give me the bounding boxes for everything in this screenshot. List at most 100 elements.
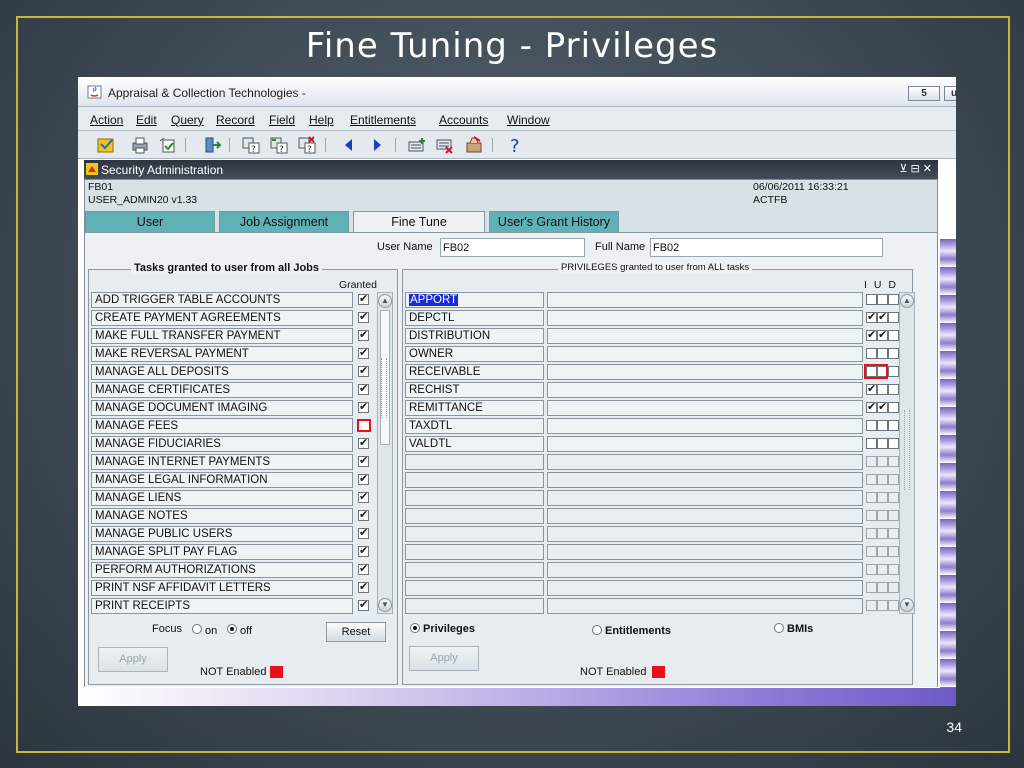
query-enter-icon[interactable]: ? bbox=[241, 135, 261, 155]
task-row[interactable]: MANAGE DOCUMENT IMAGING bbox=[91, 400, 353, 416]
privilege-u-checkbox[interactable] bbox=[877, 294, 888, 305]
tab-job-assignment[interactable]: Job Assignment bbox=[219, 211, 349, 232]
task-granted-checkbox[interactable] bbox=[358, 328, 369, 341]
privilege-d-checkbox[interactable] bbox=[888, 438, 899, 449]
task-granted-checkbox[interactable] bbox=[358, 400, 369, 413]
task-granted-checkbox[interactable] bbox=[358, 310, 369, 323]
privilege-name-cell[interactable] bbox=[405, 562, 544, 578]
privilege-description-cell[interactable] bbox=[547, 598, 863, 614]
privilege-u-checkbox[interactable] bbox=[877, 456, 888, 467]
privilege-d-checkbox[interactable] bbox=[888, 564, 899, 575]
privilege-description-cell[interactable] bbox=[547, 490, 863, 506]
task-granted-checkbox[interactable] bbox=[358, 490, 369, 503]
privilege-d-checkbox[interactable] bbox=[888, 384, 899, 395]
privilege-description-cell[interactable] bbox=[547, 436, 863, 452]
task-row[interactable]: MANAGE NOTES bbox=[91, 508, 353, 524]
privilege-u-checkbox[interactable] bbox=[877, 310, 888, 323]
privilege-name-cell[interactable]: TAXDTL bbox=[405, 418, 544, 434]
privilege-description-cell[interactable] bbox=[547, 544, 863, 560]
task-row[interactable]: MANAGE INTERNET PAYMENTS bbox=[91, 454, 353, 470]
privilege-description-cell[interactable] bbox=[547, 310, 863, 326]
privilege-i-checkbox[interactable] bbox=[866, 456, 877, 467]
save-icon[interactable] bbox=[96, 135, 116, 155]
privilege-name-cell[interactable]: RECHIST bbox=[405, 382, 544, 398]
privilege-u-checkbox[interactable] bbox=[877, 546, 888, 557]
menu-window[interactable]: Window bbox=[507, 113, 550, 127]
privilege-description-cell[interactable] bbox=[547, 472, 863, 488]
privilege-u-checkbox[interactable] bbox=[877, 600, 888, 611]
privilege-d-checkbox[interactable] bbox=[888, 600, 899, 611]
privilege-u-checkbox[interactable] bbox=[877, 400, 888, 413]
task-row[interactable]: PRINT NSF AFFIDAVIT LETTERS bbox=[91, 580, 353, 596]
privilege-name-cell[interactable]: APPORT bbox=[405, 292, 544, 308]
privilege-i-checkbox[interactable] bbox=[866, 438, 877, 449]
privilege-u-checkbox[interactable] bbox=[877, 348, 888, 359]
privilege-name-cell[interactable] bbox=[405, 526, 544, 542]
task-row[interactable]: CREATE PAYMENT AGREEMENTS bbox=[91, 310, 353, 326]
privilege-u-checkbox[interactable] bbox=[877, 420, 888, 431]
print-icon[interactable] bbox=[130, 135, 150, 155]
task-granted-checkbox[interactable] bbox=[358, 454, 369, 467]
task-row[interactable]: MANAGE SPLIT PAY FLAG bbox=[91, 544, 353, 560]
menu-query[interactable]: Query bbox=[171, 113, 204, 127]
task-granted-checkbox[interactable] bbox=[358, 472, 369, 485]
privilege-i-checkbox[interactable] bbox=[866, 510, 877, 521]
privilege-i-checkbox[interactable] bbox=[866, 582, 877, 593]
task-row[interactable]: PERFORM AUTHORIZATIONS bbox=[91, 562, 353, 578]
task-granted-checkbox[interactable] bbox=[358, 580, 369, 593]
privilege-description-cell[interactable] bbox=[547, 400, 863, 416]
privilege-i-checkbox[interactable] bbox=[866, 382, 877, 395]
entitlements-radio[interactable] bbox=[592, 625, 602, 635]
privilege-u-checkbox[interactable] bbox=[877, 328, 888, 341]
privilege-name-cell[interactable] bbox=[405, 580, 544, 596]
privilege-description-cell[interactable] bbox=[547, 418, 863, 434]
query-cancel-icon[interactable]: ? bbox=[297, 135, 317, 155]
tasks-apply-button[interactable]: Apply bbox=[98, 647, 168, 672]
task-row[interactable]: MAKE FULL TRANSFER PAYMENT bbox=[91, 328, 353, 344]
task-granted-checkbox[interactable] bbox=[358, 544, 369, 557]
tab-user[interactable]: User bbox=[85, 211, 215, 232]
privilege-d-checkbox[interactable] bbox=[888, 420, 899, 431]
menu-edit[interactable]: Edit bbox=[136, 113, 157, 127]
task-granted-checkbox[interactable] bbox=[358, 346, 369, 359]
privilege-i-checkbox[interactable] bbox=[866, 492, 877, 503]
task-granted-checkbox[interactable] bbox=[358, 598, 369, 611]
privilege-i-checkbox[interactable] bbox=[866, 564, 877, 575]
full-name-field[interactable]: FB02 bbox=[650, 238, 883, 257]
privileges-apply-button[interactable]: Apply bbox=[409, 646, 479, 671]
help-icon[interactable]: ? bbox=[505, 135, 525, 155]
privilege-name-cell[interactable]: DEPCTL bbox=[405, 310, 544, 326]
maximize-button[interactable]: u bbox=[944, 86, 956, 101]
scroll-down-icon[interactable]: ▼ bbox=[900, 598, 914, 612]
task-row[interactable]: PRINT RECEIPTS bbox=[91, 598, 353, 614]
privilege-u-checkbox[interactable] bbox=[877, 510, 888, 521]
privilege-u-checkbox[interactable] bbox=[877, 384, 888, 395]
task-row[interactable]: MANAGE FIDUCIARIES bbox=[91, 436, 353, 452]
privilege-u-checkbox[interactable] bbox=[877, 474, 888, 485]
privilege-name-cell[interactable]: DISTRIBUTION bbox=[405, 328, 544, 344]
task-granted-checkbox[interactable] bbox=[358, 382, 369, 395]
scroll-up-icon[interactable]: ▲ bbox=[900, 294, 914, 308]
privilege-i-checkbox[interactable] bbox=[866, 474, 877, 485]
task-granted-checkbox[interactable] bbox=[358, 292, 369, 305]
focus-off-radio[interactable] bbox=[227, 624, 237, 634]
privilege-d-checkbox[interactable] bbox=[888, 510, 899, 521]
privilege-name-cell[interactable]: OWNER bbox=[405, 346, 544, 362]
privilege-d-checkbox[interactable] bbox=[888, 366, 899, 377]
privilege-i-checkbox[interactable] bbox=[866, 328, 877, 341]
task-granted-checkbox[interactable] bbox=[357, 419, 371, 432]
privilege-name-cell[interactable] bbox=[405, 454, 544, 470]
privilege-name-cell[interactable] bbox=[405, 508, 544, 524]
task-row[interactable]: MANAGE PUBLIC USERS bbox=[91, 526, 353, 542]
scroll-up-icon[interactable]: ▲ bbox=[378, 294, 392, 308]
next-icon[interactable] bbox=[367, 135, 387, 155]
task-granted-checkbox[interactable] bbox=[358, 562, 369, 575]
task-granted-checkbox[interactable] bbox=[358, 364, 369, 377]
privilege-i-checkbox[interactable] bbox=[866, 600, 877, 611]
menu-record[interactable]: Record bbox=[216, 113, 255, 127]
task-granted-checkbox[interactable] bbox=[358, 508, 369, 521]
privilege-description-cell[interactable] bbox=[547, 580, 863, 596]
privileges-radio[interactable] bbox=[410, 623, 420, 633]
menu-accounts[interactable]: Accounts bbox=[439, 113, 488, 127]
task-row[interactable]: MANAGE ALL DEPOSITS bbox=[91, 364, 353, 380]
